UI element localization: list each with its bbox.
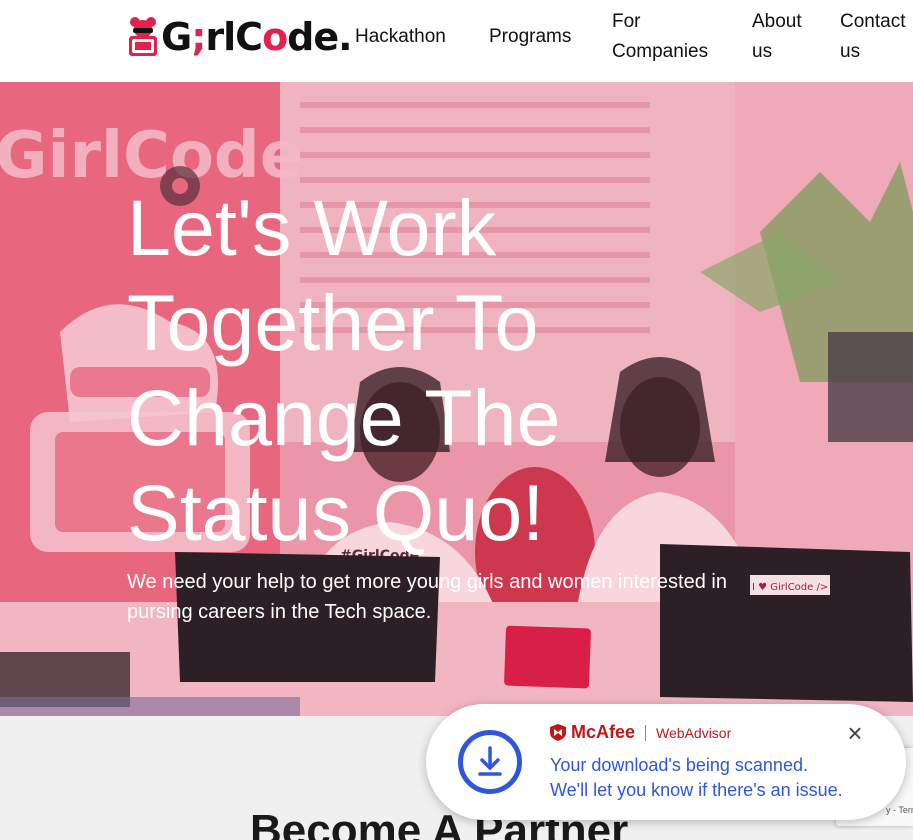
nav-hackathon[interactable]: Hackathon bbox=[355, 22, 446, 52]
nav-for-companies-line2: Companies bbox=[612, 41, 709, 62]
webadvisor-label: WebAdvisor bbox=[656, 724, 732, 741]
mcafee-brand: McAfee WebAdvisor bbox=[550, 722, 731, 743]
site-header: G;rlCode. Hackathon Programs For Compani… bbox=[0, 0, 913, 82]
nav-for-companies-line1: For bbox=[612, 11, 641, 32]
nav-contact-line1: Contact bbox=[840, 11, 906, 32]
girlcode-mascot-icon bbox=[127, 16, 159, 58]
logo-wordmark: G;rlCode. bbox=[161, 15, 353, 59]
download-icon bbox=[458, 730, 522, 794]
brand-separator bbox=[645, 724, 647, 741]
nav-about-line2: us bbox=[752, 41, 773, 62]
recaptcha-terms[interactable]: y - Terms bbox=[886, 805, 913, 815]
nav-about-line1: About bbox=[752, 11, 802, 32]
nav-for-companies[interactable]: For Companies bbox=[612, 7, 708, 67]
mcafee-shield-icon bbox=[550, 724, 566, 741]
hero-title: Let's Work Together To Change The Status… bbox=[127, 183, 561, 557]
close-icon[interactable]: × bbox=[844, 720, 866, 746]
mcafee-name: McAfee bbox=[571, 722, 636, 742]
hero-section: GirlCode #GirlCode I ♥ GirlCode /> bbox=[0, 82, 913, 716]
toast-message-line1: Your download's being scanned. bbox=[550, 755, 808, 775]
toast-message: Your download's being scanned. We'll let… bbox=[550, 753, 843, 803]
hero-subtitle: We need your help to get more young girl… bbox=[127, 571, 727, 623]
mcafee-download-toast: McAfee WebAdvisor Your download's being … bbox=[426, 704, 906, 820]
nav-contact-line2: us bbox=[840, 41, 861, 62]
girlcode-logo[interactable]: G;rlCode. bbox=[127, 14, 353, 60]
nav-about-us[interactable]: About us bbox=[752, 7, 802, 67]
nav-contact-us[interactable]: Contact us bbox=[840, 7, 905, 67]
nav-programs[interactable]: Programs bbox=[489, 22, 571, 52]
toast-message-line2: We'll let you know if there's an issue. bbox=[550, 780, 843, 800]
